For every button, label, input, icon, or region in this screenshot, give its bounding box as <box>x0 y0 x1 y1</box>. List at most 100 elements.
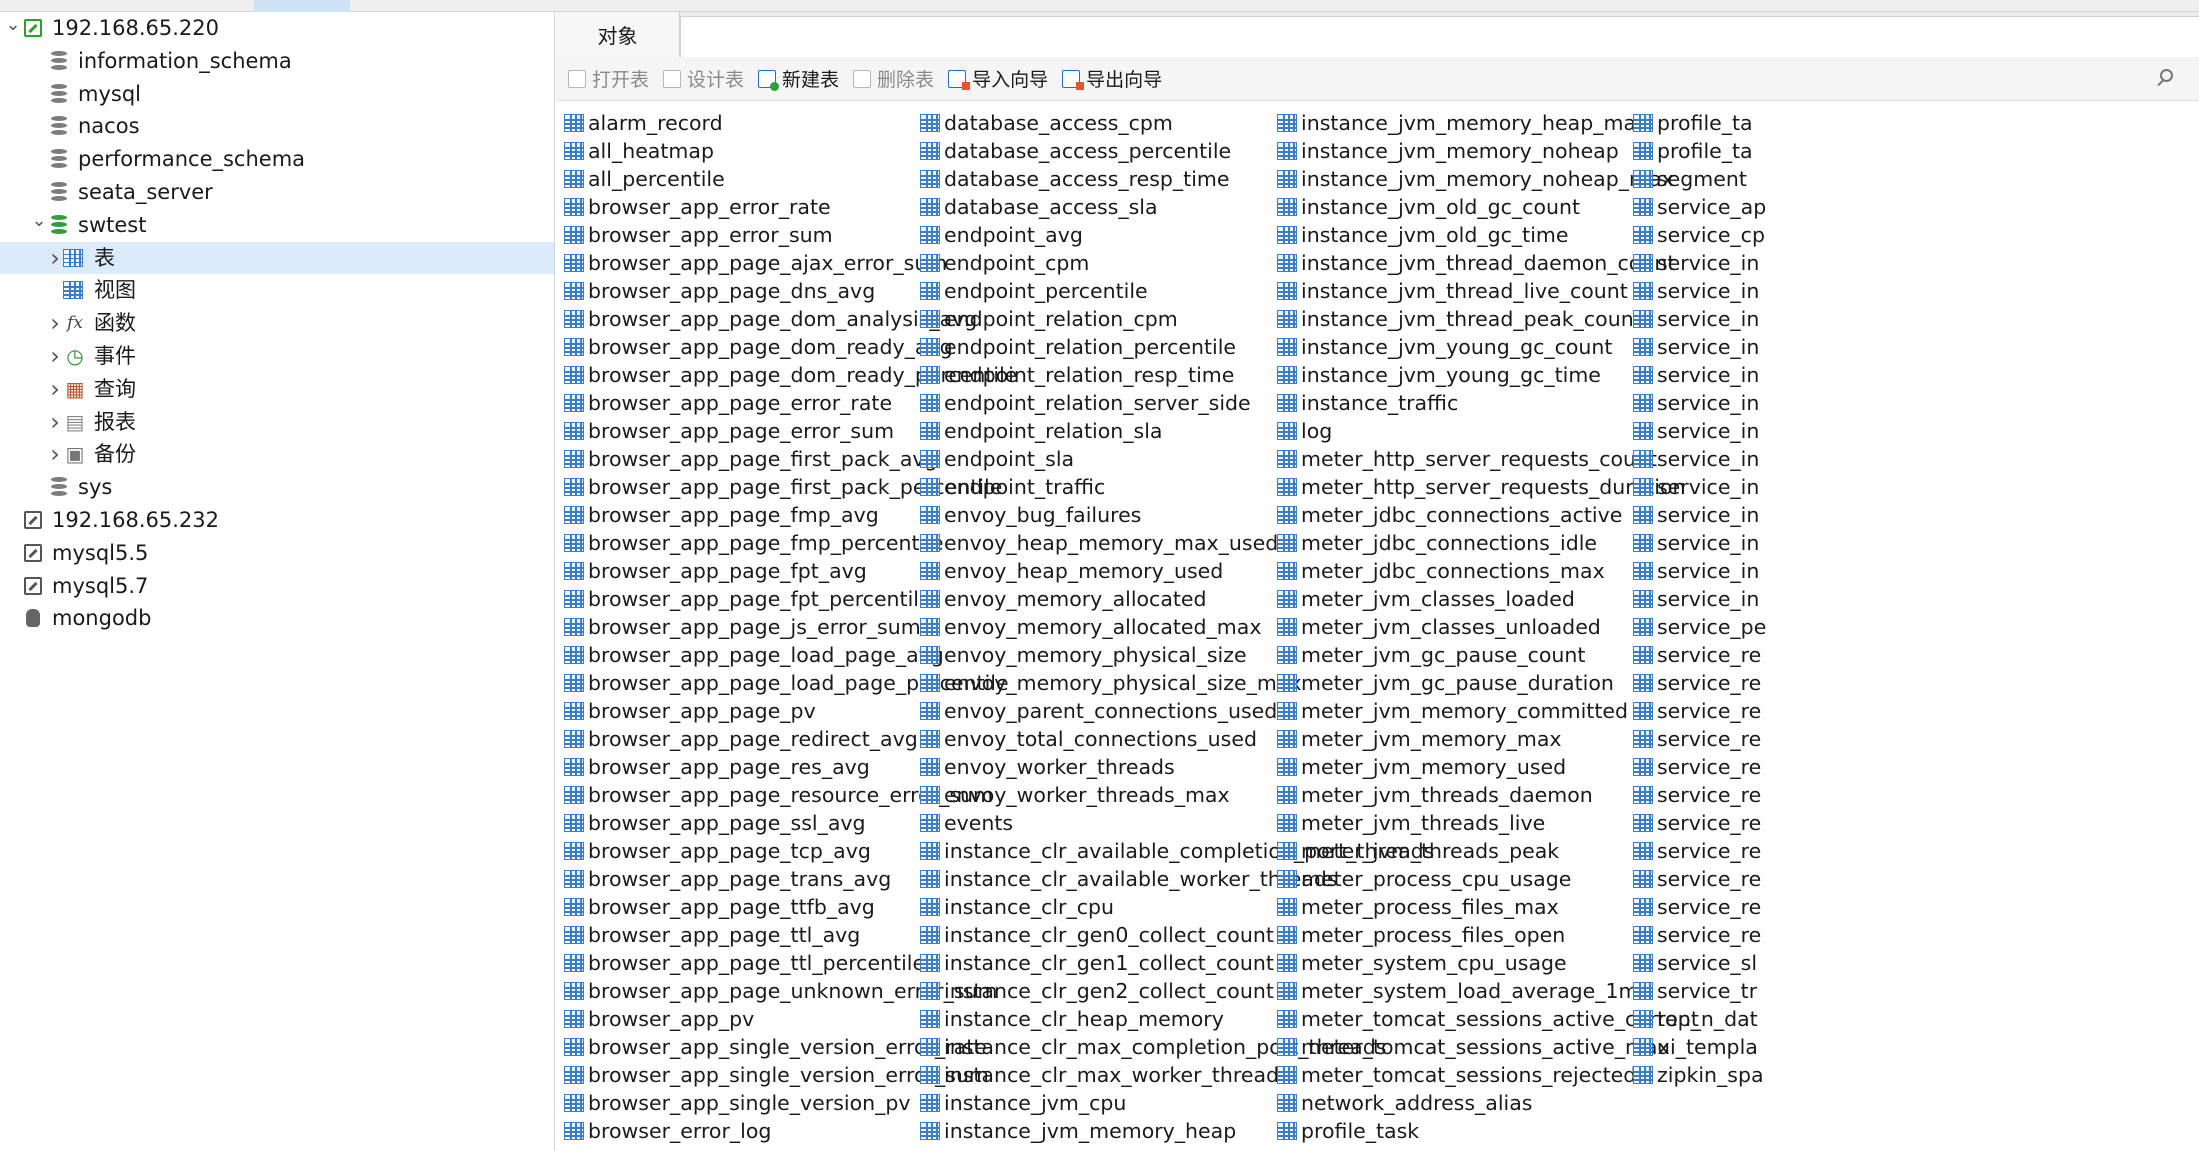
table-list-item[interactable]: service_in <box>1633 473 1766 501</box>
chevron-right-icon[interactable]: › <box>46 244 64 272</box>
table-name: service_re <box>1657 811 1762 835</box>
table-name: meter_jdbc_connections_active <box>1301 503 1623 527</box>
table-name: database_access_cpm <box>944 111 1173 135</box>
table-list-item[interactable]: service_in <box>1633 529 1766 557</box>
tree-item[interactable]: 192.168.65.232 <box>0 504 554 536</box>
table-list-item[interactable]: service_in <box>1633 389 1766 417</box>
tree-item[interactable]: mongodb <box>0 602 554 634</box>
table-name: envoy_bug_failures <box>944 503 1142 527</box>
menu-item-selected[interactable] <box>254 0 350 12</box>
tree-item[interactable]: nacos <box>0 110 554 142</box>
tree-item[interactable]: › fx 函数 <box>0 307 554 339</box>
tree-item[interactable]: mysql5.5 <box>0 537 554 569</box>
chevron-right-icon[interactable]: › <box>46 440 64 468</box>
tree-item[interactable]: ⌄ 192.168.65.220 <box>0 12 554 44</box>
table-list-item[interactable]: service_in <box>1633 557 1766 585</box>
table-icon <box>920 1122 940 1140</box>
table-grid: alarm_record all_heatmap all_percentile bro… <box>556 101 2199 1151</box>
table-list-item[interactable]: service_in <box>1633 445 1766 473</box>
chevron-down-icon[interactable]: ⌄ <box>4 14 22 35</box>
table-name: instance_traffic <box>1301 391 1459 415</box>
tree-item[interactable]: performance_schema <box>0 143 554 175</box>
tree-item[interactable]: › ▤ 报表 <box>0 406 554 438</box>
new-table-button[interactable]: 新建表 <box>758 64 839 94</box>
table-list-item[interactable]: service_re <box>1633 921 1766 949</box>
table-list-item[interactable]: zipkin_spa <box>1633 1061 1766 1089</box>
navigation-tree[interactable]: ⌄ 192.168.65.220 information_schema mysql na… <box>0 12 555 1151</box>
table-name: top_n_dat <box>1657 1007 1758 1031</box>
table-name: service_re <box>1657 671 1762 695</box>
table-list-item[interactable]: network_address_alias <box>1277 1089 1699 1117</box>
table-icon <box>564 646 584 664</box>
table-name: segment <box>1657 167 1747 191</box>
table-list-item[interactable]: service_sl <box>1633 949 1766 977</box>
table-list-item[interactable]: service_in <box>1633 585 1766 613</box>
table-list-item[interactable]: service_re <box>1633 669 1766 697</box>
table-list-item[interactable]: service_in <box>1633 249 1766 277</box>
table-icon <box>564 1038 584 1056</box>
table-list-item[interactable]: service_in <box>1633 417 1766 445</box>
table-list-item[interactable]: service_re <box>1633 781 1766 809</box>
table-list-item[interactable]: service_tr <box>1633 977 1766 1005</box>
chevron-down-icon[interactable]: ⌄ <box>30 210 48 231</box>
table-list-item[interactable]: service_in <box>1633 361 1766 389</box>
table-list-item[interactable]: service_in <box>1633 305 1766 333</box>
table-icon <box>1277 618 1297 636</box>
chevron-right-icon[interactable]: › <box>46 309 64 337</box>
table-list-item[interactable]: ui_templa <box>1633 1033 1766 1061</box>
tab-objects[interactable]: 对象 <box>556 12 680 57</box>
table-icon <box>1633 562 1653 580</box>
table-list-item[interactable]: segment <box>1633 165 1766 193</box>
table-icon <box>564 366 584 384</box>
table-name: browser_app_page_js_error_sum <box>588 615 921 639</box>
tree-item[interactable]: › 表 <box>0 241 554 274</box>
table-list-item[interactable]: service_re <box>1633 865 1766 893</box>
table-name: meter_http_server_requests_duration <box>1301 475 1686 499</box>
table-icon <box>1277 310 1297 328</box>
tree-item[interactable]: information_schema <box>0 45 554 77</box>
open-table-button[interactable]: 打开表 <box>568 64 649 94</box>
import-wizard-button[interactable]: 导入向导 <box>948 64 1048 94</box>
table-list-item[interactable]: service_re <box>1633 837 1766 865</box>
tree-item[interactable]: › ▣ 备份 <box>0 438 554 470</box>
design-table-button[interactable]: 设计表 <box>663 64 744 94</box>
table-list-item[interactable]: service_in <box>1633 277 1766 305</box>
tree-item[interactable]: › ▦ 查询 <box>0 373 554 405</box>
table-icon <box>1633 1010 1653 1028</box>
table-name: service_in <box>1657 251 1760 275</box>
tree-item[interactable]: › ◷ 事件 <box>0 340 554 372</box>
table-name: envoy_memory_allocated_max <box>944 615 1262 639</box>
delete-table-button[interactable]: 删除表 <box>853 64 934 94</box>
table-list-item[interactable]: service_in <box>1633 501 1766 529</box>
table-list-item[interactable]: service_ap <box>1633 193 1766 221</box>
search-icon[interactable] <box>2155 68 2177 90</box>
table-list-item[interactable]: service_re <box>1633 893 1766 921</box>
design-table-icon <box>663 69 682 88</box>
table-list-item[interactable]: service_re <box>1633 725 1766 753</box>
export-wizard-button[interactable]: 导出向导 <box>1062 64 1162 94</box>
table-list-item[interactable]: profile_task <box>1277 1117 1699 1145</box>
import-wizard-icon <box>948 69 971 90</box>
table-list-item[interactable]: service_re <box>1633 641 1766 669</box>
tree-item[interactable]: seata_server <box>0 176 554 208</box>
table-icon <box>1633 758 1653 776</box>
tree-item[interactable]: mysql5.7 <box>0 570 554 602</box>
table-list-item[interactable]: top_n_dat <box>1633 1005 1766 1033</box>
table-list-item[interactable]: service_re <box>1633 753 1766 781</box>
tree-item[interactable]: sys <box>0 471 554 503</box>
table-list-item[interactable]: profile_ta <box>1633 109 1766 137</box>
tree-item[interactable]: mysql <box>0 78 554 110</box>
chevron-right-icon[interactable]: › <box>46 342 64 370</box>
table-name: browser_app_page_fmp_percentile <box>588 531 944 555</box>
chevron-right-icon[interactable]: › <box>46 375 64 403</box>
table-list-item[interactable]: service_re <box>1633 697 1766 725</box>
tree-item[interactable]: 视图 <box>0 274 554 306</box>
tree-item[interactable]: ⌄ swtest <box>0 209 554 241</box>
chevron-right-icon[interactable]: › <box>46 408 64 436</box>
table-list-item[interactable]: service_in <box>1633 333 1766 361</box>
table-list-item[interactable]: service_pe <box>1633 613 1766 641</box>
table-list-item[interactable]: service_cp <box>1633 221 1766 249</box>
table-list-item[interactable]: profile_ta <box>1633 137 1766 165</box>
table-icon <box>1633 198 1653 216</box>
table-list-item[interactable]: service_re <box>1633 809 1766 837</box>
